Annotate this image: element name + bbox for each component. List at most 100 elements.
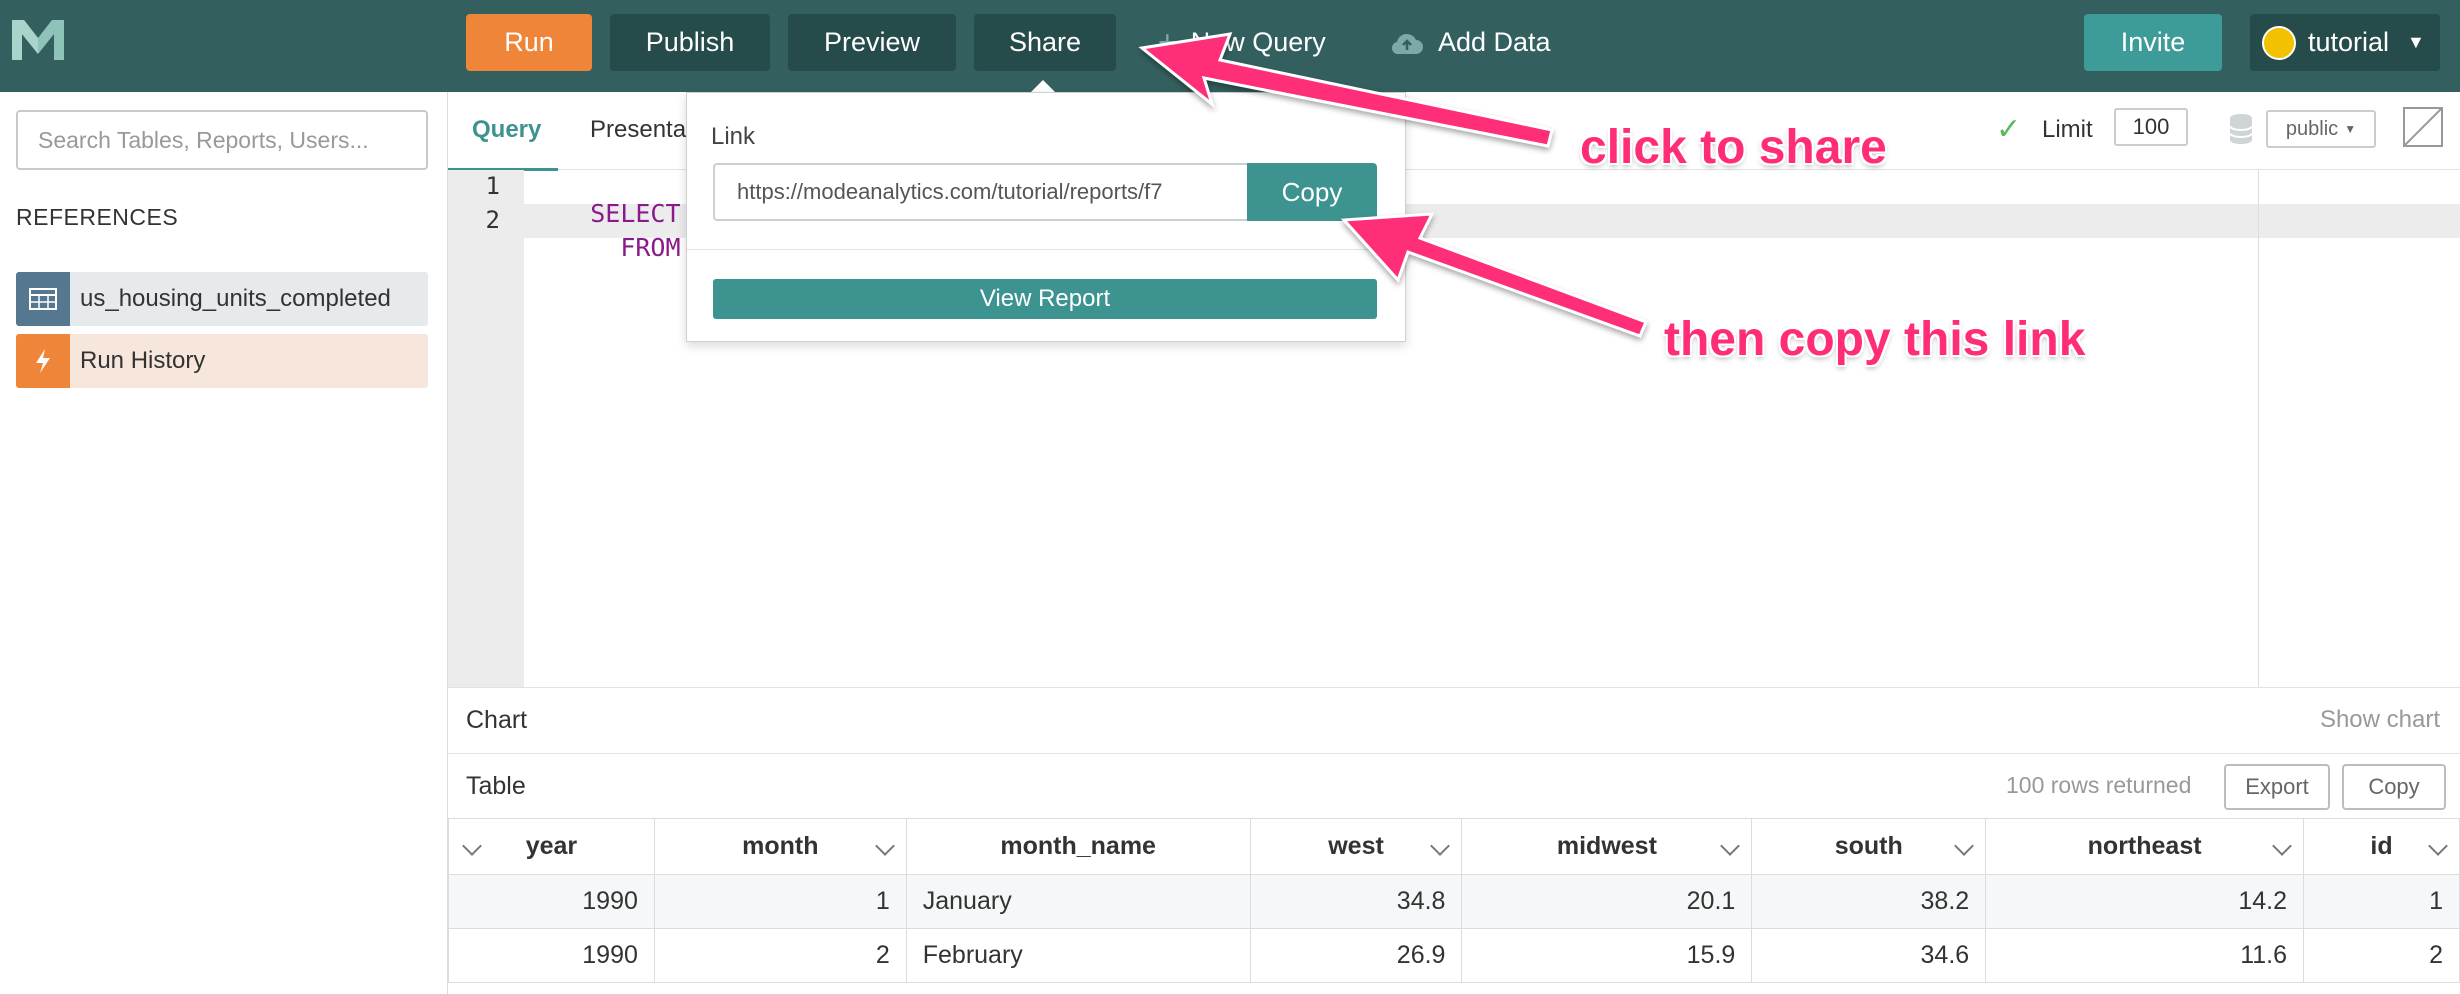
view-report-button[interactable]: View Report <box>713 279 1377 319</box>
column-label: west <box>1328 832 1384 860</box>
column-label: month_name <box>1000 832 1156 860</box>
sidebar-item-label: us_housing_units_completed <box>80 285 391 312</box>
table-cell: 15.9 <box>1461 928 1753 983</box>
column-label: year <box>525 832 578 860</box>
schema-select-value: public <box>2285 117 2339 140</box>
username: tutorial <box>2308 27 2390 57</box>
chart-panel-title: Chart <box>466 706 528 734</box>
table-cell: 1 <box>653 874 907 929</box>
checkmark-icon: ✓ <box>1996 113 2022 146</box>
column-header-northeast[interactable]: northeast <box>1985 818 2305 875</box>
table-cell: February <box>905 928 1251 983</box>
database-icon[interactable] <box>2228 112 2254 146</box>
print-margin-line <box>2258 170 2259 687</box>
table-panel: Table 100 rows returned Export Copy <box>448 753 2460 819</box>
share-button[interactable]: Share <box>974 14 1116 71</box>
chart-panel: Chart Show chart <box>448 687 2460 753</box>
share-link-input[interactable]: https://modeanalytics.com/tutorial/repor… <box>713 163 1249 221</box>
table-icon <box>16 272 70 326</box>
invite-button[interactable]: Invite <box>2084 14 2222 71</box>
references-heading: REFERENCES <box>16 204 179 230</box>
copy-table-button[interactable]: Copy <box>2342 764 2446 810</box>
column-header-west[interactable]: west <box>1249 818 1463 875</box>
add-data-label: Add Data <box>1438 27 1551 57</box>
line-gutter <box>448 170 524 687</box>
annotation-copy-link: then copy this link <box>1664 313 2086 366</box>
column-header-month[interactable]: month <box>653 818 907 875</box>
line-number: 2 <box>485 206 500 234</box>
table-cell: 1990 <box>448 874 655 929</box>
line-number: 1 <box>485 172 500 200</box>
chevron-down-icon[interactable] <box>874 836 895 856</box>
chevron-down-icon[interactable] <box>1954 836 1975 856</box>
caret-down-icon: ▼ <box>2344 122 2357 136</box>
table-cell: 11.6 <box>1985 928 2305 983</box>
table-row: 1990 2 February 26.9 15.9 34.6 11.6 2 <box>448 928 2460 983</box>
column-label: month <box>742 832 819 860</box>
column-header-month-name[interactable]: month_name <box>905 818 1251 875</box>
table-cell: 26.9 <box>1249 928 1463 983</box>
copy-link-button[interactable]: Copy <box>1247 163 1377 221</box>
limit-label: Limit <box>2042 116 2093 143</box>
user-menu[interactable]: tutorial ▼ <box>2250 14 2440 71</box>
limit-input[interactable]: 100 <box>2114 108 2188 146</box>
table-cell: 1990 <box>448 928 655 983</box>
show-chart-link[interactable]: Show chart <box>2320 706 2440 734</box>
add-data-link[interactable]: Add Data <box>1390 14 1551 71</box>
table-cell: 34.8 <box>1249 874 1463 929</box>
column-label: northeast <box>2087 832 2202 860</box>
annotation-click-to-share: click to share <box>1580 121 1887 174</box>
chevron-down-icon[interactable] <box>2428 836 2448 856</box>
avatar <box>2262 25 2296 60</box>
bolt-icon <box>16 334 70 388</box>
table-cell: 38.2 <box>1751 874 1987 929</box>
column-header-midwest[interactable]: midwest <box>1461 818 1753 875</box>
chevron-down-icon[interactable] <box>462 836 482 856</box>
top-bar: Run Publish Preview Share + New Query Ad… <box>0 0 2460 92</box>
table-cell: 1 <box>2303 874 2460 929</box>
link-label: Link <box>711 123 756 150</box>
chevron-down-icon[interactable] <box>1430 836 1451 856</box>
sidebar: Search Tables, Reports, Users... REFEREN… <box>0 92 448 994</box>
mode-logo-icon[interactable] <box>8 16 68 64</box>
sql-keyword: FROM <box>590 233 681 262</box>
column-header-south[interactable]: south <box>1751 818 1987 875</box>
sidebar-item-run-history[interactable]: Run History <box>16 334 428 388</box>
column-header-year[interactable]: year <box>448 818 655 875</box>
tab-query[interactable]: Query <box>472 116 541 144</box>
plus-icon: + <box>1158 24 1177 60</box>
table-cell: 20.1 <box>1461 874 1753 929</box>
table-cell: January <box>905 874 1251 929</box>
cloud-upload-icon <box>1391 33 1423 54</box>
new-query-label: New Query <box>1190 27 1326 57</box>
column-header-id[interactable]: id <box>2303 818 2460 875</box>
schema-select[interactable]: public ▼ <box>2266 110 2376 148</box>
rows-returned-text: 100 rows returned <box>2006 772 2192 798</box>
export-button[interactable]: Export <box>2224 764 2330 810</box>
column-label: midwest <box>1556 832 1657 860</box>
table-cell: 2 <box>2303 928 2460 983</box>
table-cell: 2 <box>653 928 907 983</box>
table-row: 1990 1 January 34.8 20.1 38.2 14.2 1 <box>448 874 2460 929</box>
tab-presentation[interactable]: Presenta <box>590 116 686 144</box>
run-button[interactable]: Run <box>466 14 592 71</box>
divider <box>687 249 1405 250</box>
search-input[interactable]: Search Tables, Reports, Users... <box>16 110 428 170</box>
layout-toggle-icon[interactable] <box>2402 106 2444 148</box>
table-cell: 14.2 <box>1985 874 2305 929</box>
table-panel-title: Table <box>466 772 526 800</box>
sidebar-item-label: Run History <box>80 347 206 374</box>
chevron-down-icon[interactable] <box>1720 836 1741 856</box>
column-label: id <box>2370 832 2393 860</box>
new-query-link[interactable]: + New Query <box>1158 14 1326 71</box>
preview-button[interactable]: Preview <box>788 14 956 71</box>
table-header-row: year month month_name west midwest south <box>448 818 2460 875</box>
share-popover: Link https://modeanalytics.com/tutorial/… <box>686 92 1406 342</box>
column-label: south <box>1834 832 1903 860</box>
results-table: year month month_name west midwest south <box>448 818 2460 983</box>
caret-down-icon: ▼ <box>2407 32 2425 52</box>
chevron-down-icon[interactable] <box>2272 836 2292 856</box>
publish-button[interactable]: Publish <box>610 14 770 71</box>
table-cell: 34.6 <box>1751 928 1987 983</box>
sidebar-item-housing-table[interactable]: us_housing_units_completed <box>16 272 428 326</box>
